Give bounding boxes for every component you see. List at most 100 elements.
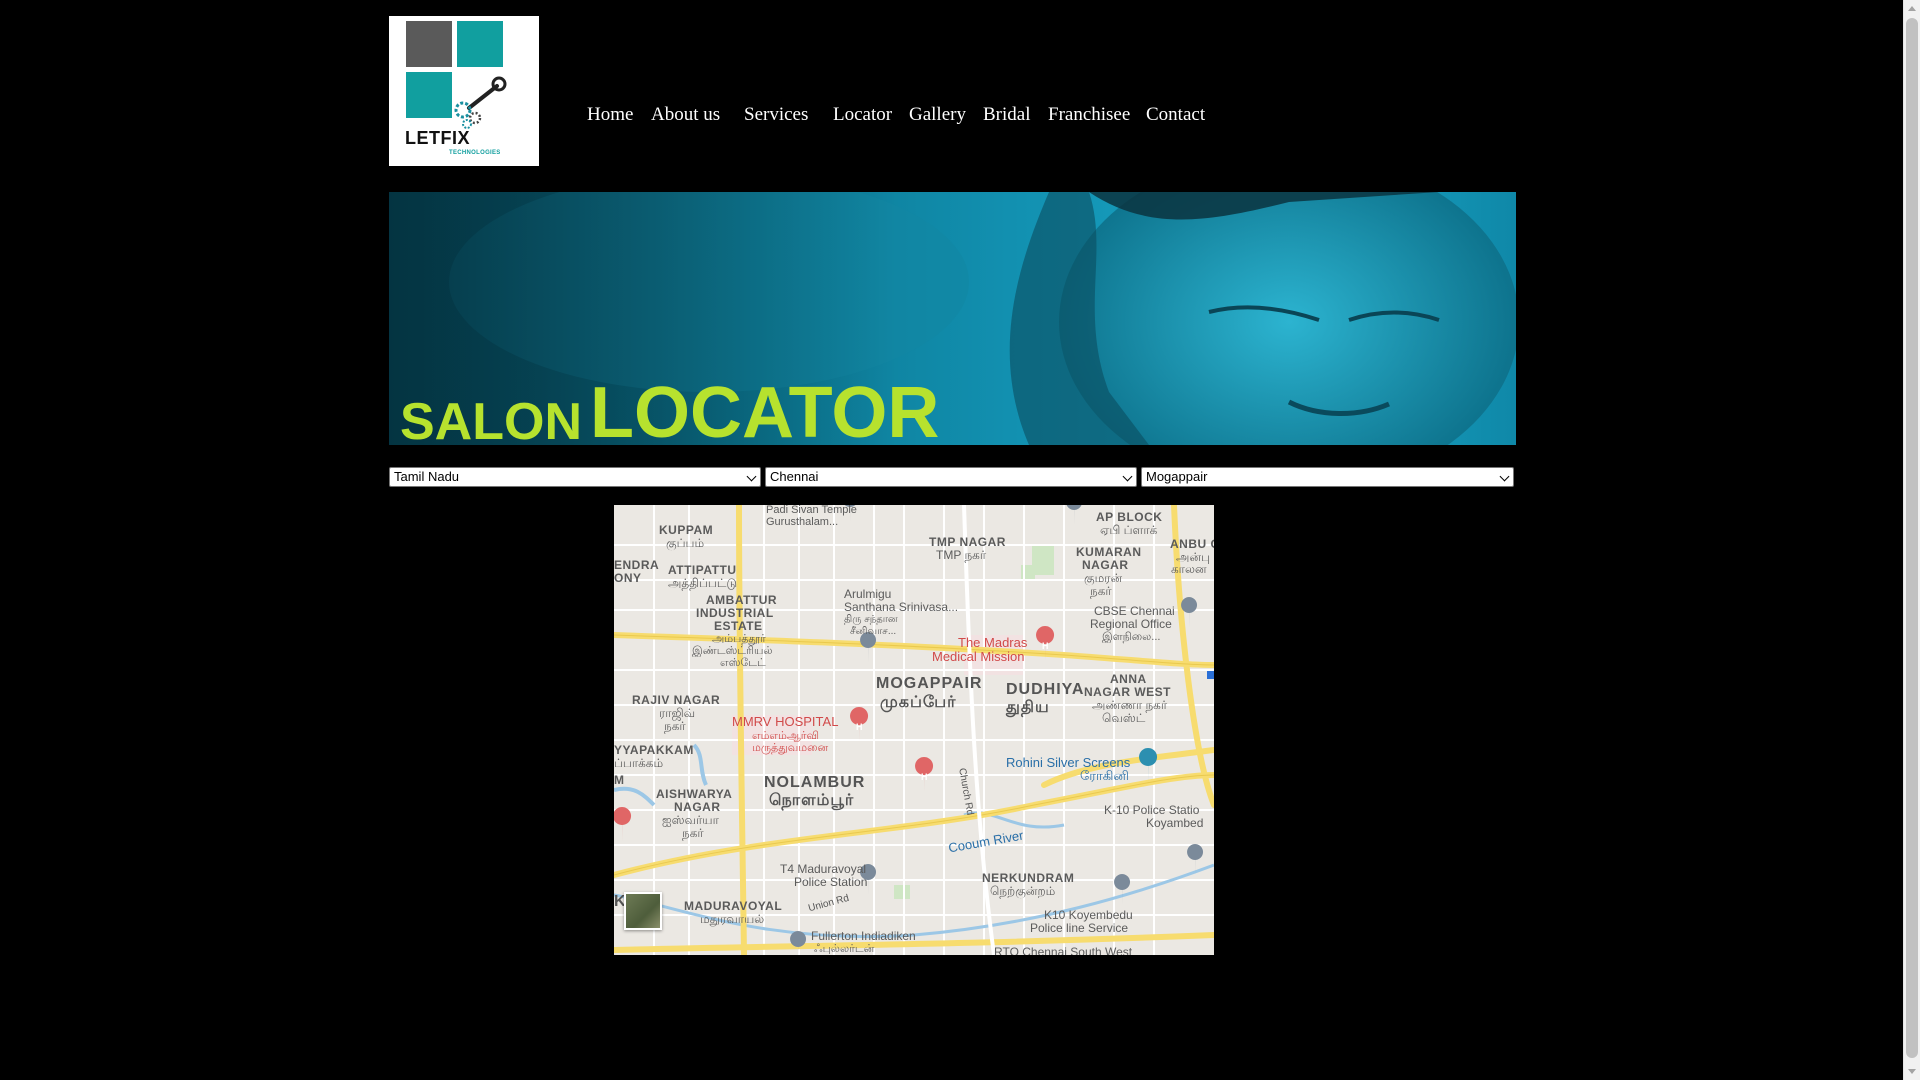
map-label: நகர் — [682, 826, 704, 840]
scroll-up-arrow-icon[interactable] — [1908, 6, 1916, 11]
map-label: NOLAMBUR — [764, 774, 866, 791]
map-label: ESTATE — [714, 619, 763, 633]
map-label: முகப்பேர் — [880, 694, 957, 711]
map-label: குமரன் — [1084, 571, 1123, 585]
map-label: CBSE Chennai — [1094, 604, 1175, 618]
map-label: குப்பம் — [666, 536, 705, 550]
map-label: Regional Office — [1090, 617, 1172, 631]
map-label: ஏபி ப்ளாக் — [1100, 523, 1158, 537]
nav-home[interactable]: Home — [587, 104, 633, 126]
map-label: ONY — [614, 571, 642, 585]
logo-square-grey — [406, 21, 452, 67]
logo-brand-text: LETFIX — [405, 128, 470, 148]
map-label: அத்திப்பட்டு — [668, 576, 738, 590]
map-label: ஐஸ்வர்யா — [662, 813, 719, 827]
state-select-value: Tamil Nadu — [394, 469, 460, 484]
map-label: ராஜிவ் — [659, 706, 696, 720]
nav-gallery[interactable]: Gallery — [909, 104, 966, 126]
map-label: The Madras — [958, 635, 1028, 650]
map-label: Medical Mission — [932, 649, 1025, 664]
chevron-down-icon — [1122, 471, 1133, 482]
map-label: Police line Service — [1030, 921, 1129, 935]
area-select[interactable]: Mogappair — [1141, 467, 1514, 487]
map-label: ENDRA — [614, 558, 660, 572]
map-label: TMP NAGAR — [929, 535, 1006, 549]
map-label: Police Station — [794, 875, 868, 889]
map-label: MOGAPPAIR — [876, 675, 983, 692]
map-label: எஸ்டேட் — [720, 657, 766, 669]
logo-square-teal-bottom — [406, 72, 452, 118]
map-label: KUPPAM — [659, 523, 714, 537]
map-label: ப்பாக்கம் — [614, 756, 664, 770]
nav-bridal[interactable]: Bridal — [983, 104, 1031, 126]
nav-franchisee[interactable]: Franchisee — [1048, 104, 1130, 126]
map-label: KUMARAN — [1076, 545, 1142, 559]
map-label: YYAPAKKAM — [614, 743, 694, 757]
banner-title-large: LOCATOR — [590, 373, 940, 445]
map-label: Santhana Srinivasa... — [844, 600, 959, 614]
nav-services[interactable]: Services — [744, 104, 808, 126]
map-label: Fullerton Indiadiken — [811, 929, 916, 943]
map-label: MMRV HOSPITAL — [732, 714, 839, 729]
svg-text:H: H — [1042, 641, 1049, 651]
map-label: NAGAR — [1082, 558, 1129, 572]
map-label: NAGAR WEST — [1084, 685, 1171, 699]
map-label: அண்ணா நகர் — [1092, 698, 1168, 712]
map-label: TMP நகர் — [936, 548, 987, 562]
map-label: இளநிலை... — [1102, 631, 1161, 643]
vertical-scrollbar[interactable] — [1903, 0, 1920, 1080]
map-label: ரோகினி — [1080, 768, 1129, 783]
city-select[interactable]: Chennai — [765, 467, 1137, 487]
map-label: காலன — [1171, 562, 1207, 576]
map-label: Arulmigu — [844, 587, 892, 601]
map-label: K10 Koyembedu — [1044, 908, 1133, 922]
map-label: AMBATTUR — [706, 593, 778, 607]
map-label: Gurusthalam... — [766, 516, 839, 528]
map-label: மதுரவாயல் — [700, 912, 765, 926]
map-label: MADURAVOYAL — [684, 899, 783, 913]
svg-text:H: H — [921, 772, 928, 782]
map-label: வெஸ்ட் — [1102, 711, 1146, 725]
nav-about-us[interactable]: About us — [651, 104, 720, 126]
banner-title-small: SALON — [400, 393, 582, 445]
map-label: சீனிவாச... — [850, 626, 897, 637]
map-label: AP BLOCK — [1096, 510, 1163, 524]
map-label: INDUSTRIAL — [696, 606, 774, 620]
map-label: மருத்துவமனை — [752, 742, 829, 754]
chevron-down-icon — [746, 471, 757, 482]
state-select[interactable]: Tamil Nadu — [389, 467, 761, 487]
svg-text:H: H — [856, 722, 863, 732]
hero-banner: SALON LOCATOR — [389, 192, 1516, 445]
map-label: நகர் — [664, 719, 686, 733]
map-label: K-10 Police Statio — [1104, 803, 1200, 817]
city-select-value: Chennai — [770, 469, 819, 484]
site-logo[interactable]: LETFIX TECHNOLOGIES — [389, 16, 539, 166]
nav-locator[interactable]: Locator — [833, 104, 892, 126]
map-label: ANNA — [1110, 672, 1147, 686]
wrench-gear-icon — [454, 76, 507, 129]
embedded-map[interactable]: H H H KUPPAM குப்பம் Padi Sivan Temple G… — [614, 505, 1214, 955]
map-label: M — [614, 773, 625, 787]
map-label: NERKUNDRAM — [982, 871, 1075, 885]
map-label: நெற்குன்றம் — [990, 884, 1056, 898]
map-label: NAGAR — [674, 800, 721, 814]
scrollbar-thumb[interactable] — [1906, 18, 1918, 1058]
map-label: ஃபுல்லர்டன் — [814, 943, 875, 955]
map-label: T4 Maduravoyal — [780, 862, 867, 876]
chevron-down-icon — [1499, 471, 1510, 482]
logo-brand-subtext: TECHNOLOGIES — [449, 150, 501, 156]
map-label: ATTIPATTU — [668, 563, 737, 577]
map-label: ANBU COL — [1170, 537, 1214, 551]
nav-contact[interactable]: Contact — [1146, 104, 1205, 126]
map-label: DUDHIYA — [1006, 681, 1085, 698]
map-label: Koyambed — [1146, 816, 1204, 830]
map-label: துதிய — [1006, 699, 1050, 716]
logo-square-teal-top — [457, 21, 503, 67]
map-label: RTO Chennai South West — [994, 945, 1133, 955]
map-label: RAJIV NAGAR — [632, 693, 721, 707]
scroll-down-arrow-icon[interactable] — [1908, 1069, 1916, 1074]
map-label: AISHWARYA — [656, 787, 733, 801]
map-label: நொளம்பூர் — [769, 792, 855, 809]
satellite-view-toggle[interactable] — [624, 892, 662, 930]
area-select-value: Mogappair — [1146, 469, 1208, 484]
